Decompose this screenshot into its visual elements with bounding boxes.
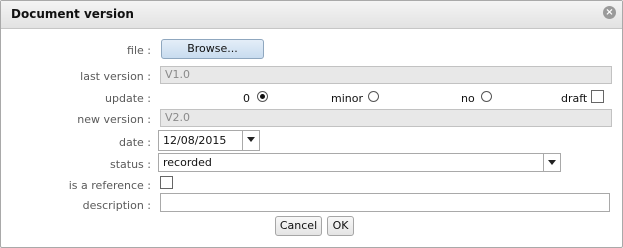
new-version-label: new version : [77, 113, 151, 126]
date-input[interactable]: 12/08/2015 [158, 130, 260, 151]
description-label: description : [82, 199, 151, 212]
update-draft-checkbox[interactable] [591, 90, 604, 103]
status-value: recorded [163, 156, 212, 169]
is-reference-checkbox[interactable] [160, 176, 173, 189]
browse-button[interactable]: Browse... [161, 39, 264, 59]
cancel-button[interactable]: Cancel [275, 216, 322, 236]
update-no-label: no [461, 92, 475, 105]
dialog-titlebar: Document version × [1, 1, 622, 29]
update-0-radio[interactable] [257, 91, 268, 102]
dialog-title: Document version [11, 7, 134, 21]
update-no-radio[interactable] [481, 91, 492, 102]
status-label: status : [109, 158, 151, 171]
ok-button[interactable]: OK [327, 216, 354, 236]
description-input[interactable] [160, 193, 610, 212]
date-label: date : [118, 136, 151, 149]
date-value: 12/08/2015 [163, 134, 227, 147]
update-label: update : [105, 92, 151, 105]
date-dropdown-icon[interactable] [242, 131, 259, 150]
last-version-label: last version : [80, 70, 151, 83]
status-dropdown-icon[interactable] [543, 154, 560, 171]
update-minor-radio[interactable] [368, 91, 379, 102]
file-label: file : [127, 44, 151, 57]
close-icon[interactable]: × [603, 6, 616, 19]
last-version-field: V1.0 [160, 66, 612, 84]
update-0-label: 0 [243, 92, 250, 105]
document-version-dialog: Document version × file : Browse... last… [0, 0, 623, 248]
new-version-field: V2.0 [160, 109, 612, 127]
update-draft-label: draft [561, 92, 588, 105]
status-select[interactable]: recorded [158, 153, 561, 172]
is-reference-label: is a reference : [68, 179, 151, 192]
update-minor-label: minor [331, 92, 363, 105]
